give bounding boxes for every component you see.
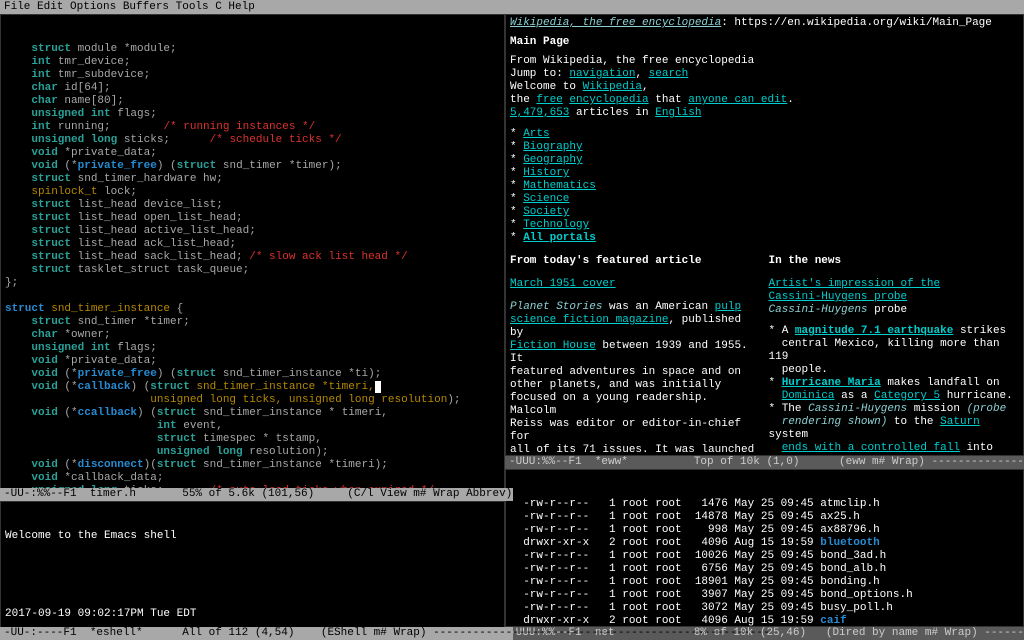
frame-grid: struct module *module; int tmr_device; i…	[0, 14, 1024, 640]
emacs-menubar[interactable]: File Edit Options Buffers Tools C Help	[0, 0, 1024, 14]
portal-technology[interactable]: Technology	[523, 219, 589, 231]
english-link[interactable]: English	[655, 107, 701, 119]
blank-line	[5, 569, 500, 582]
portal-history[interactable]: History	[523, 167, 569, 179]
dired-entry[interactable]: ax88796.h	[820, 524, 879, 536]
free-link[interactable]: free	[536, 94, 562, 106]
dired-entry[interactable]: ax25.h	[820, 511, 860, 523]
news-top-probe: Cassini-Huygens	[769, 304, 868, 316]
dired-entry[interactable]: bluetooth	[820, 537, 879, 549]
source-code-pane[interactable]: struct module *module; int tmr_device; i…	[0, 14, 505, 501]
encyclopedia-link[interactable]: encyclopedia	[569, 94, 648, 106]
news-top-link[interactable]: Artist's impression of the	[769, 278, 1020, 291]
featured-body: Planet Stories was an American pulp scie…	[510, 301, 761, 456]
featured-heading: From today's featured article	[510, 255, 761, 268]
portal-biography[interactable]: Biography	[523, 141, 582, 153]
dired-listing: -rw-r--r-- 1 root root 1476 May 25 09:45…	[510, 498, 1019, 627]
portal-society[interactable]: Society	[523, 206, 569, 218]
dired-entry[interactable]: bond_alb.h	[820, 563, 886, 575]
eshell-timestamp: 2017-09-19 09:02:17PM Tue EDT	[5, 608, 500, 621]
eww-site-link[interactable]: Wikipedia, the free encyclopedia	[510, 17, 721, 29]
eww-jump-label: Jump to:	[510, 68, 569, 80]
dired-entry[interactable]: bonding.h	[820, 576, 879, 588]
portal-science[interactable]: Science	[523, 193, 569, 205]
portal-arts[interactable]: Arts	[523, 128, 549, 140]
eshell-modeline: -UU-:----F1 *eshell* All of 112 (4,54) (…	[0, 627, 513, 640]
article-count-link[interactable]: 5,479,653	[510, 107, 569, 119]
eww-browser-pane[interactable]: Wikipedia, the free encyclopedia: https:…	[505, 14, 1024, 456]
right-column: Wikipedia, the free encyclopedia: https:…	[505, 14, 1024, 640]
eww-jump: Jump to: navigation, search	[510, 68, 1019, 81]
anyone-edit-link[interactable]: anyone can edit	[688, 94, 787, 106]
dired-entry[interactable]: bond_options.h	[820, 589, 912, 601]
code-modeline: -UU-:%%--F1 timer.h 55% of 5.6k (101,56)…	[0, 488, 513, 501]
eww-jump-nav[interactable]: navigation	[569, 68, 635, 80]
all-portals-link[interactable]: All portals	[523, 232, 596, 244]
eww-url: : https://en.wikipedia.org/wiki/Main_Pag…	[721, 17, 992, 29]
eww-from-line: From Wikipedia, the free encyclopedia	[510, 55, 1019, 68]
featured-column: From today's featured article March 1951…	[510, 255, 761, 456]
featured-cover-link[interactable]: March 1951 cover	[510, 278, 616, 290]
news-heading: In the news	[769, 255, 1020, 268]
news-column: In the news Artist's impression of the C…	[769, 255, 1020, 456]
dired-entry[interactable]: bond_3ad.h	[820, 550, 886, 562]
news-body: * A magnitude 7.1 earthquake strikes cen…	[769, 325, 1020, 456]
eww-article-count: 5,479,653 articles in English	[510, 107, 1019, 120]
dired-entry[interactable]: busy_poll.h	[820, 602, 893, 614]
eshell-welcome: Welcome to the Emacs shell	[5, 530, 500, 543]
eww-modeline: -UUU:%%--F1 *eww* Top of 10k (1,0) (eww …	[505, 456, 1024, 469]
wikipedia-link[interactable]: Wikipedia	[583, 81, 642, 93]
portal-mathematics[interactable]: Mathematics	[523, 180, 596, 192]
source-code-body: struct module *module; int tmr_device; i…	[5, 43, 500, 501]
dired-entry[interactable]: caif	[820, 615, 846, 627]
dired-entry[interactable]: atmclip.h	[820, 498, 879, 510]
eshell-pane[interactable]: Welcome to the Emacs shell 2017-09-19 09…	[0, 501, 505, 640]
news-top-link2[interactable]: Cassini-Huygens probe	[769, 291, 1020, 304]
portal-geography[interactable]: Geography	[523, 154, 582, 166]
eww-tagline: the free encyclopedia that anyone can ed…	[510, 94, 1019, 107]
eww-jump-search[interactable]: search	[649, 68, 689, 80]
eww-welcome: Welcome to Wikipedia,	[510, 81, 1019, 94]
eww-page-title: Main Page	[510, 36, 1019, 49]
portal-list: * Arts* Biography* Geography* History* M…	[510, 128, 1019, 232]
eww-header: Wikipedia, the free encyclopedia: https:…	[510, 17, 1019, 30]
